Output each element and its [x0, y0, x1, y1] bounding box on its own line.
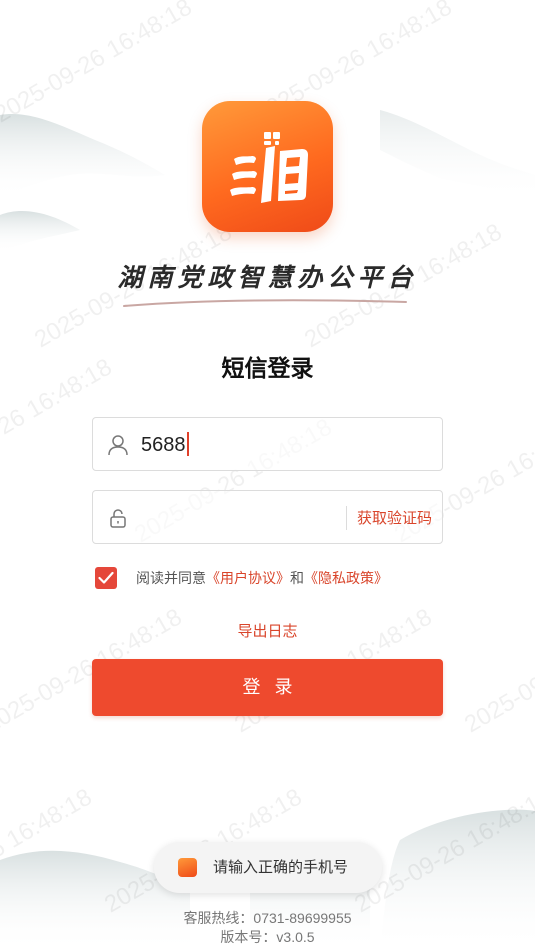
- export-log-link[interactable]: 导出日志: [0, 620, 535, 641]
- title-underline-stroke: [123, 299, 407, 307]
- user-agreement-link[interactable]: 《用户协议》: [206, 571, 290, 587]
- agreement-text: 阅读并同意《用户协议》和《隐私政策》: [136, 568, 388, 590]
- text-cursor: [186, 432, 189, 456]
- watermark-text: 2025-09-26 16:48:18: [350, 783, 535, 919]
- service-hotline: 客服热线：0731-89699955: [183, 910, 352, 926]
- watermark-text: 2025-09-26 16:48:18: [0, 783, 97, 919]
- app-icon: [178, 858, 197, 877]
- xiang-logo-icon: [202, 101, 333, 232]
- version-number: 版本号：v3.0.5: [220, 929, 315, 945]
- agreement-checkbox[interactable]: [95, 567, 117, 589]
- sms-code-field[interactable]: 获取验证码: [92, 490, 443, 544]
- checkmark-icon: [98, 571, 114, 584]
- login-title: 短信登录: [221, 356, 314, 382]
- agreement-prefix: 阅读并同意: [136, 571, 206, 587]
- toast-text: 请输入正确的手机号: [213, 858, 349, 876]
- get-code-button[interactable]: 获取验证码: [357, 506, 432, 530]
- agreement-and: 和: [290, 571, 304, 587]
- field-divider: [346, 506, 347, 530]
- toast-message: 请输入正确的手机号: [154, 842, 382, 893]
- platform-title: 湖南党政智慧办公平台: [117, 263, 418, 292]
- login-button[interactable]: 登录: [92, 659, 443, 716]
- lock-icon: [110, 509, 126, 528]
- phone-value: 5688: [141, 434, 186, 456]
- watermark-text: 2025-09-26 16:48:18: [0, 0, 197, 129]
- phone-field[interactable]: 5688: [92, 417, 443, 471]
- privacy-policy-link[interactable]: 《隐私政策》: [304, 571, 388, 587]
- user-icon: [108, 435, 128, 456]
- phone-input[interactable]: 5688: [141, 431, 189, 459]
